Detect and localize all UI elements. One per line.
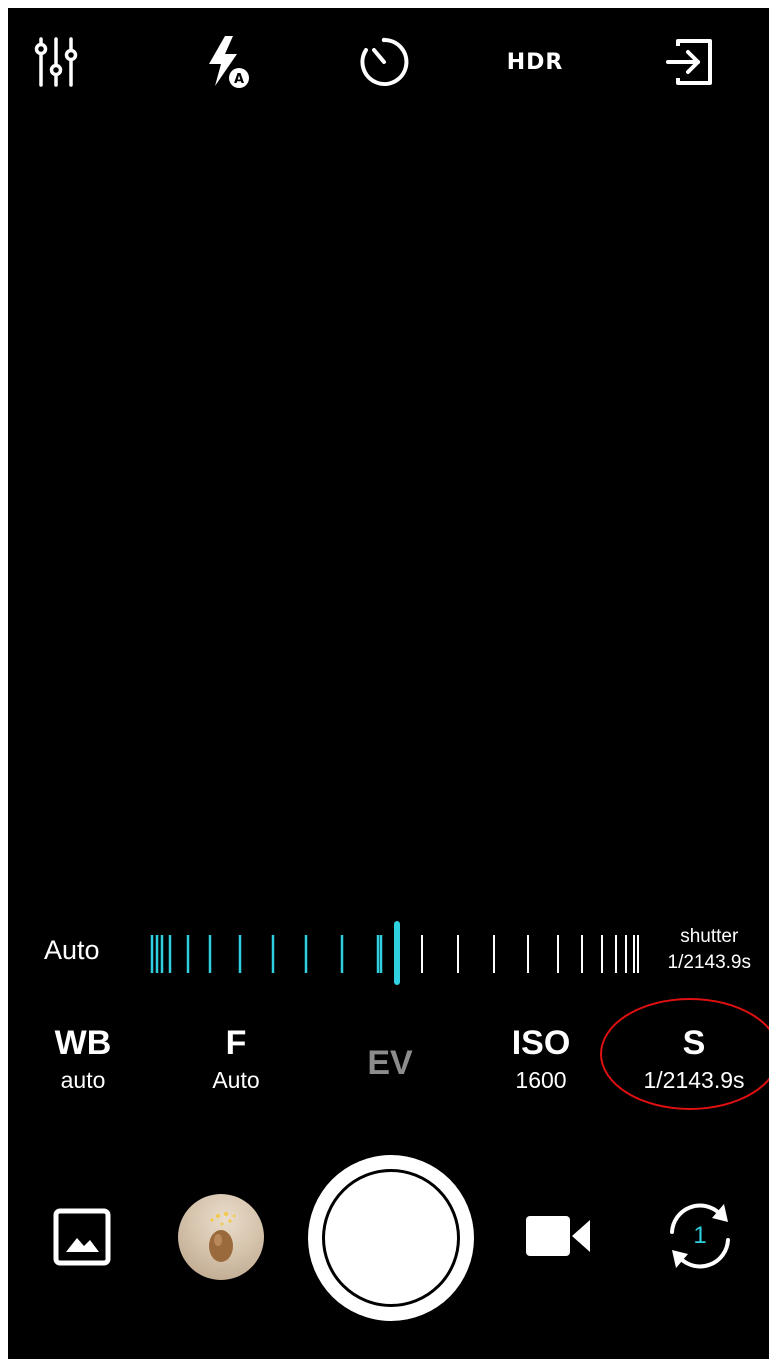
manual-settings-button[interactable] bbox=[26, 32, 86, 92]
mode-f[interactable]: F Auto bbox=[161, 1023, 311, 1097]
mode-ev[interactable]: EV bbox=[315, 1023, 465, 1083]
shutter-readout-value: 1/2143.9s bbox=[667, 952, 751, 973]
mode-iso-title: ISO bbox=[511, 1024, 571, 1062]
mode-ev-title: EV bbox=[367, 1044, 413, 1082]
camera-screen: A HDR Auto shutter 1/2143.9s WB auto F A… bbox=[8, 8, 769, 1359]
hdr-button[interactable]: HDR bbox=[505, 32, 565, 92]
mode-f-value: Auto bbox=[212, 1067, 260, 1093]
hdr-label: HDR bbox=[506, 49, 564, 75]
flash-auto-icon: A bbox=[209, 36, 249, 88]
mode-wb-value: auto bbox=[60, 1067, 106, 1093]
flash-auto-button[interactable]: A bbox=[198, 32, 258, 92]
slider-mode-label: Auto bbox=[44, 935, 100, 965]
sliders-icon bbox=[34, 37, 78, 87]
gallery-button[interactable] bbox=[50, 1205, 114, 1269]
mode-s-value: 1/2143.9s bbox=[643, 1067, 745, 1093]
last-photo-thumbnail[interactable] bbox=[178, 1194, 264, 1280]
switch-camera-button[interactable]: 1 bbox=[658, 1194, 742, 1278]
exit-button[interactable] bbox=[660, 32, 720, 92]
slider-indicator[interactable] bbox=[394, 921, 400, 985]
camera-index-label: 1 bbox=[693, 1222, 707, 1249]
gallery-icon bbox=[53, 1208, 111, 1266]
shutter-slider[interactable] bbox=[140, 913, 640, 985]
shutter-button[interactable] bbox=[308, 1155, 474, 1321]
video-camera-icon bbox=[526, 1216, 590, 1256]
svg-text:A: A bbox=[234, 72, 244, 87]
shutter-button-inner bbox=[322, 1169, 460, 1307]
mode-iso-value: 1600 bbox=[515, 1067, 567, 1093]
mode-wb-title: WB bbox=[54, 1024, 112, 1062]
timer-icon bbox=[360, 37, 409, 86]
mode-iso[interactable]: ISO 1600 bbox=[466, 1023, 616, 1097]
mode-s[interactable]: S 1/2143.9s bbox=[619, 1023, 769, 1097]
shutter-readout: shutter 1/2143.9s bbox=[668, 924, 751, 976]
timer-button[interactable] bbox=[354, 32, 414, 92]
video-mode-button[interactable] bbox=[522, 1208, 594, 1264]
mode-s-title: S bbox=[682, 1024, 706, 1062]
shutter-readout-name: shutter bbox=[680, 926, 739, 947]
thumbnail-image-icon bbox=[209, 1212, 236, 1262]
mode-wb[interactable]: WB auto bbox=[8, 1023, 158, 1097]
mode-f-title: F bbox=[225, 1024, 247, 1062]
exit-icon bbox=[666, 39, 712, 85]
